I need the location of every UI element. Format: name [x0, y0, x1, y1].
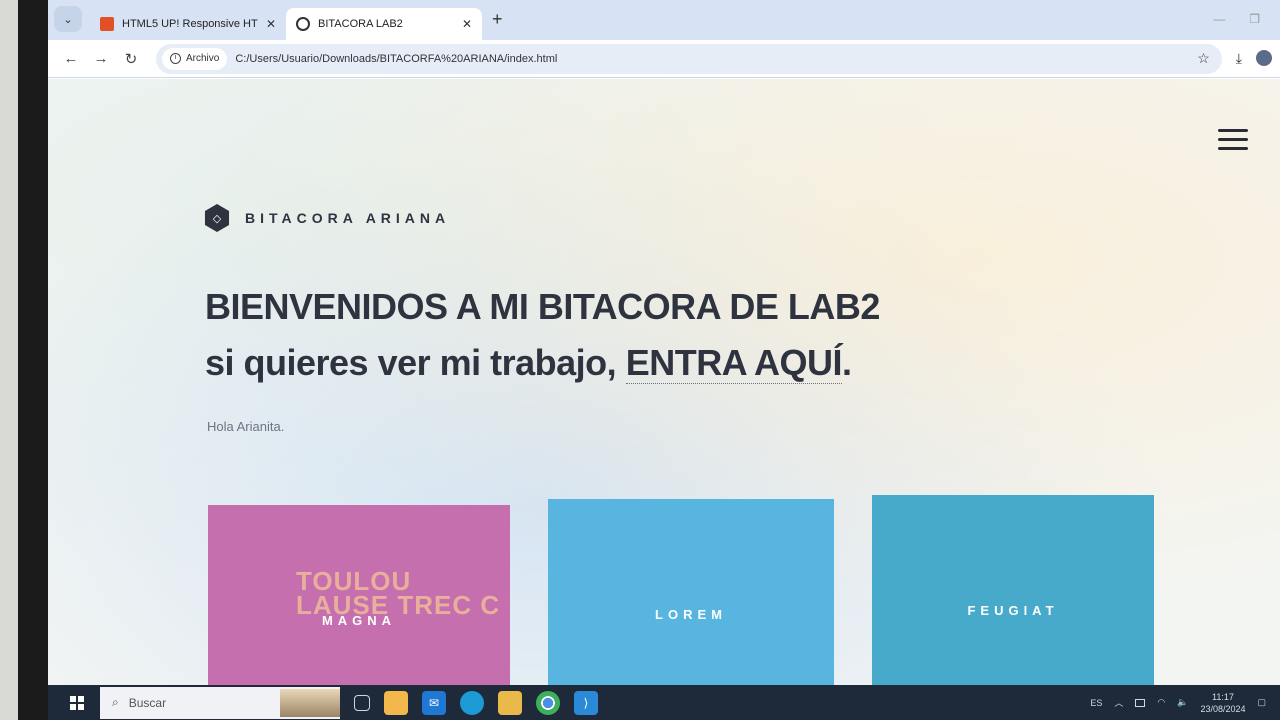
language-indicator[interactable]: ES: [1090, 698, 1102, 708]
headline-suffix: .: [842, 342, 852, 383]
reload-button[interactable]: ↻: [116, 45, 146, 73]
site-info-chip[interactable]: i Archivo: [162, 47, 228, 70]
tab-bitacora-lab2[interactable]: BITACORA LAB2 ✕: [286, 8, 482, 40]
forward-button[interactable]: →: [86, 45, 116, 73]
tile-art-text: TOULOU LAUSE TREC C: [296, 566, 501, 620]
new-tab-button[interactable]: +: [492, 9, 503, 30]
pinned-apps: ✉ ⟩: [354, 690, 598, 715]
minimize-icon[interactable]: —: [1213, 12, 1225, 26]
clock[interactable]: 11:17 23/08/2024: [1200, 691, 1245, 715]
maximize-icon[interactable]: ❐: [1249, 12, 1260, 26]
clock-date: 23/08/2024: [1200, 703, 1246, 714]
hero-subtext: Hola Arianita.: [207, 419, 285, 434]
tile-feugiat[interactable]: FEUGIAT: [872, 495, 1154, 685]
diamond-logo-icon: ◇: [204, 204, 230, 232]
windows-taskbar: ⌕ Buscar ✉ ⟩ ES ︿ ◠ 🔈 11:17 23/08/2024 ▢: [48, 685, 1280, 720]
info-icon: i: [170, 53, 181, 64]
headline-line-2: si quieres ver mi trabajo, ENTRA AQUÍ.: [205, 335, 880, 391]
screen: ⌄ HTML5 UP! Responsive HTML5 ✕ BITACORA …: [48, 0, 1280, 720]
site-chip-label: Archivo: [186, 53, 220, 64]
search-highlight-image: [280, 688, 340, 717]
chevron-down-icon: ⌄: [63, 13, 73, 26]
search-icon: ⌕: [112, 695, 119, 709]
task-view-icon[interactable]: [354, 694, 370, 711]
windows-start-icon[interactable]: [70, 695, 84, 710]
site-brand[interactable]: ◇ BITACORA ARIANA: [203, 204, 450, 232]
volume-icon[interactable]: 🔈: [1177, 697, 1188, 708]
wifi-icon[interactable]: ◠: [1157, 697, 1165, 708]
mail-icon[interactable]: ✉: [422, 690, 446, 715]
battery-icon[interactable]: [1135, 698, 1146, 707]
tile-label: FEUGIAT: [967, 602, 1059, 618]
tile-lorem[interactable]: LOREM: [548, 499, 834, 689]
monitor-bezel: [0, 0, 50, 720]
search-placeholder: Buscar: [128, 695, 167, 710]
url-text[interactable]: C:/Users/Usuario/Downloads/BITACORFA%20A…: [235, 53, 1189, 65]
menu-hamburger-icon[interactable]: [1218, 129, 1248, 150]
bookmark-star-icon[interactable]: ☆: [1197, 50, 1210, 67]
store-icon[interactable]: [384, 690, 408, 715]
clock-time: 11:17: [1212, 691, 1234, 702]
tab-html5up[interactable]: HTML5 UP! Responsive HTML5 ✕: [90, 8, 286, 40]
reload-icon: ↻: [124, 50, 138, 68]
arrow-right-icon: →: [93, 50, 109, 67]
globe-icon: [296, 17, 310, 31]
profile-avatar[interactable]: [1256, 50, 1272, 66]
close-icon[interactable]: ✕: [462, 17, 472, 31]
tab-title: BITACORA LAB2: [318, 18, 403, 30]
chrome-icon[interactable]: [536, 690, 560, 715]
tile-label: MAGNA: [321, 612, 397, 628]
browser-toolbar: ← → ↻ i Archivo C:/Users/Usuario/Downloa…: [48, 40, 1280, 78]
file-explorer-icon[interactable]: [498, 690, 522, 715]
tile-label: LOREM: [655, 606, 727, 622]
tray-chevron-icon[interactable]: ︿: [1114, 696, 1123, 709]
close-icon[interactable]: ✕: [266, 17, 276, 31]
tile-grid: TOULOU LAUSE TREC C MAGNA LOREM FEUGIAT: [208, 495, 1154, 695]
entra-aqui-link[interactable]: ENTRA AQUÍ: [625, 342, 843, 384]
page-viewport: ◇ BITACORA ARIANA BIENVENIDOS A MI BITAC…: [48, 79, 1280, 695]
vscode-icon[interactable]: ⟩: [574, 690, 598, 715]
back-button[interactable]: ←: [56, 45, 86, 73]
taskbar-search[interactable]: ⌕ Buscar: [100, 686, 340, 719]
arrow-left-icon: ←: [63, 50, 79, 67]
edge-icon[interactable]: [460, 690, 484, 715]
download-icon[interactable]: ⤓: [1236, 50, 1242, 67]
tile-magna[interactable]: TOULOU LAUSE TREC C MAGNA: [208, 505, 510, 695]
tab-title: HTML5 UP! Responsive HTML5: [122, 18, 258, 30]
tab-strip: ⌄ HTML5 UP! Responsive HTML5 ✕ BITACORA …: [48, 0, 1280, 40]
tab-search-button[interactable]: ⌄: [54, 6, 82, 32]
brand-title: BITACORA ARIANA: [245, 210, 451, 226]
window-controls: — ❐: [1213, 12, 1260, 26]
headline-prefix: si quieres ver mi trabajo,: [205, 342, 626, 383]
system-tray: ES ︿ ◠ 🔈 11:17 23/08/2024 ▢: [1090, 685, 1266, 720]
toolbar-actions: ⤓: [1236, 50, 1272, 67]
html5-icon: [100, 17, 114, 31]
headline-line-1: BIENVENIDOS A MI BITACORA DE LAB2: [205, 286, 880, 327]
hero-headline: BIENVENIDOS A MI BITACORA DE LAB2 si qui…: [205, 279, 880, 391]
notifications-icon[interactable]: ▢: [1257, 697, 1266, 708]
address-bar[interactable]: i Archivo C:/Users/Usuario/Downloads/BIT…: [156, 43, 1222, 74]
